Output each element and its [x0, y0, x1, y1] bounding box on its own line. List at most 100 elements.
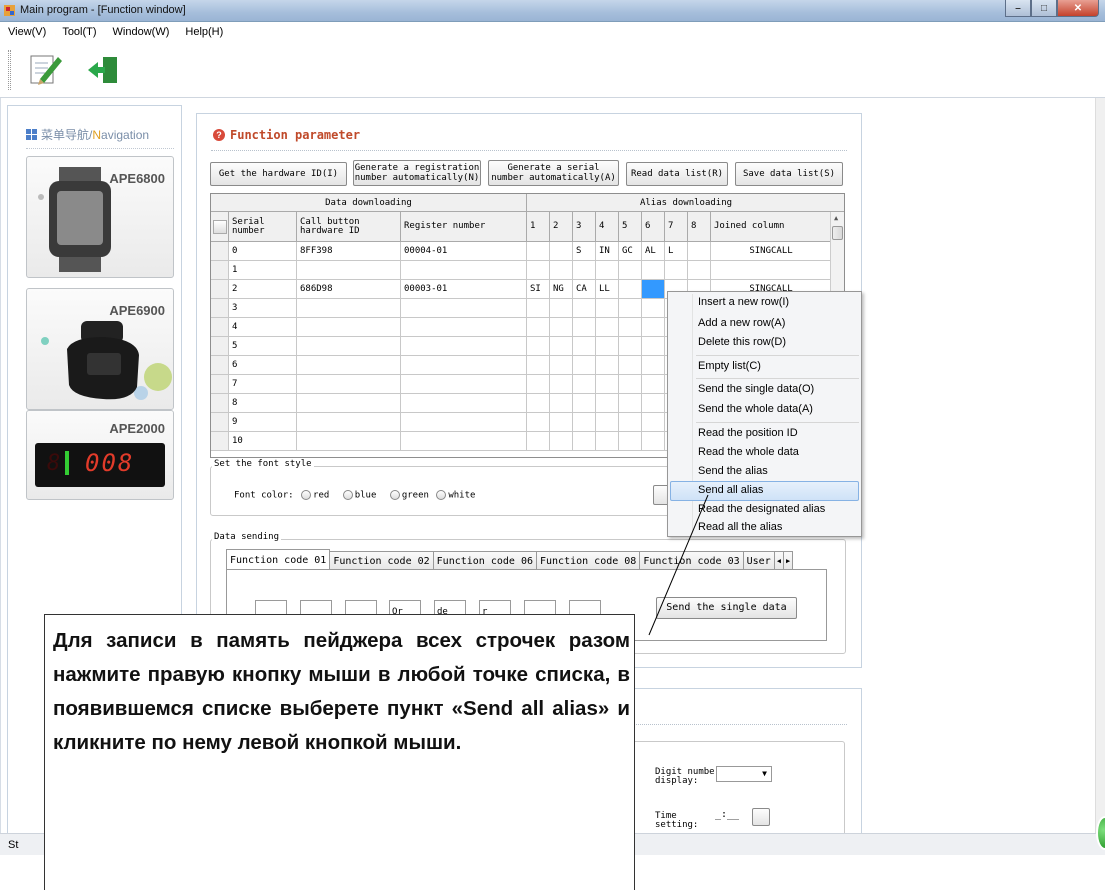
grid-cell-reg[interactable] [401, 394, 527, 413]
menu-send-alias[interactable]: Send the alias [698, 465, 768, 477]
radio-green[interactable] [389, 490, 400, 500]
tab-function-code-08[interactable]: Function code 08 [535, 551, 641, 570]
grid-cell-a4[interactable] [596, 413, 619, 432]
grid-cell-a6[interactable] [642, 375, 665, 394]
grid-cell-a5[interactable] [619, 413, 642, 432]
row-header[interactable] [211, 413, 229, 432]
grid-cell-a4[interactable] [596, 375, 619, 394]
select-all-corner[interactable] [211, 212, 229, 242]
grid-cell-a5[interactable] [619, 394, 642, 413]
grid-cell-a6[interactable] [642, 394, 665, 413]
grid-cell-a6[interactable] [642, 413, 665, 432]
radio-red[interactable] [301, 490, 312, 500]
grid-cell-a4[interactable] [596, 356, 619, 375]
grid-cell-a4[interactable]: LL [596, 280, 619, 299]
grid-cell-a7[interactable]: L [665, 242, 688, 261]
minimize-button[interactable]: – [1005, 0, 1031, 17]
grid-cell-a6[interactable] [642, 318, 665, 337]
grid-cell-a3[interactable] [573, 356, 596, 375]
tab-function-code-01[interactable]: Function code 01 [226, 549, 331, 570]
grid-cell-a4[interactable] [596, 261, 619, 280]
menu-insert-row[interactable]: Insert a new row(I) [698, 296, 789, 308]
grid-cell-a2[interactable] [550, 299, 573, 318]
grid-cell-hw[interactable]: 8FF398 [297, 242, 401, 261]
grid-cell-a6[interactable] [642, 432, 665, 451]
grid-cell-a6[interactable] [642, 280, 665, 299]
grid-cell-a1[interactable] [527, 375, 550, 394]
grid-cell-joined[interactable] [711, 261, 832, 280]
time-setting-input[interactable]: _:__ [715, 809, 753, 825]
grid-cell-a5[interactable] [619, 337, 642, 356]
tab-user[interactable]: User [742, 551, 775, 570]
grid-cell-reg[interactable]: 00004-01 [401, 242, 527, 261]
menu-add-row[interactable]: Add a new row(A) [698, 317, 785, 329]
row-header[interactable] [211, 299, 229, 318]
grid-cell-a6[interactable] [642, 261, 665, 280]
grid-cell-a2[interactable] [550, 413, 573, 432]
grid-cell-a2[interactable] [550, 242, 573, 261]
grid-cell-a1[interactable]: SI [527, 280, 550, 299]
grid-cell-a3[interactable] [573, 413, 596, 432]
grid-cell-a6[interactable]: AL [642, 242, 665, 261]
grid-cell-hw[interactable]: 686D98 [297, 280, 401, 299]
grid-cell-joined[interactable]: SINGCALL [711, 242, 832, 261]
grid-cell-a3[interactable] [573, 375, 596, 394]
grid-cell-a3[interactable] [573, 318, 596, 337]
grid-cell-serial[interactable]: 5 [229, 337, 297, 356]
row-header[interactable] [211, 280, 229, 299]
grid-cell-reg[interactable] [401, 261, 527, 280]
grid-cell-a4[interactable] [596, 318, 619, 337]
edit-icon[interactable] [28, 51, 64, 87]
grid-cell-reg[interactable] [401, 337, 527, 356]
maximize-button[interactable]: □ [1031, 0, 1057, 17]
tab-function-code-02[interactable]: Function code 02 [329, 551, 434, 570]
menu-empty-list[interactable]: Empty list(C) [698, 360, 761, 372]
menu-send-whole-data[interactable]: Send the whole data(A) [698, 403, 813, 415]
tab-function-code-06[interactable]: Function code 06 [432, 551, 537, 570]
grid-cell-a1[interactable] [527, 413, 550, 432]
grid-cell-a2[interactable] [550, 394, 573, 413]
grid-cell-a3[interactable] [573, 394, 596, 413]
grid-cell-a2[interactable] [550, 375, 573, 394]
menu-read-whole-data[interactable]: Read the whole data [698, 446, 799, 458]
row-header[interactable] [211, 242, 229, 261]
digit-number-select[interactable]: ▼ [716, 766, 772, 782]
grid-cell-a1[interactable] [527, 394, 550, 413]
grid-cell-hw[interactable] [297, 394, 401, 413]
grid-cell-hw[interactable] [297, 261, 401, 280]
grid-cell-hw[interactable] [297, 413, 401, 432]
menu-window[interactable]: Window(W) [113, 26, 170, 38]
grid-cell-serial[interactable]: 10 [229, 432, 297, 451]
device-card-ape6900[interactable]: APE6900 [26, 288, 174, 410]
row-header[interactable] [211, 356, 229, 375]
grid-cell-serial[interactable]: 8 [229, 394, 297, 413]
grid-cell-a3[interactable] [573, 299, 596, 318]
row-header[interactable] [211, 432, 229, 451]
save-data-list-button[interactable]: Save data list(S) [735, 162, 843, 186]
grid-cell-a4[interactable] [596, 337, 619, 356]
grid-cell-a1[interactable] [527, 337, 550, 356]
device-card-ape2000[interactable]: APE2000 8 008 [26, 410, 174, 500]
grid-cell-a3[interactable] [573, 432, 596, 451]
grid-cell-a5[interactable] [619, 299, 642, 318]
row-header[interactable] [211, 261, 229, 280]
grid-cell-a5[interactable] [619, 318, 642, 337]
grid-cell-reg[interactable] [401, 299, 527, 318]
grid-cell-a1[interactable] [527, 242, 550, 261]
menu-view[interactable]: View(V) [8, 26, 46, 38]
grid-cell-a4[interactable]: IN [596, 242, 619, 261]
grid-cell-a8[interactable] [688, 261, 711, 280]
grid-cell-reg[interactable] [401, 432, 527, 451]
vertical-scrollbar[interactable] [1095, 98, 1105, 840]
grid-cell-a4[interactable] [596, 299, 619, 318]
grid-cell-a2[interactable] [550, 356, 573, 375]
grid-cell-serial[interactable]: 1 [229, 261, 297, 280]
grid-cell-a2[interactable] [550, 432, 573, 451]
grid-cell-a6[interactable] [642, 356, 665, 375]
grid-cell-a3[interactable]: CA [573, 280, 596, 299]
get-hardware-id-button[interactable]: Get the hardware ID(I) [210, 162, 347, 186]
row-header[interactable] [211, 375, 229, 394]
grid-cell-hw[interactable] [297, 375, 401, 394]
read-data-list-button[interactable]: Read data list(R) [626, 162, 728, 186]
grid-cell-a5[interactable] [619, 280, 642, 299]
